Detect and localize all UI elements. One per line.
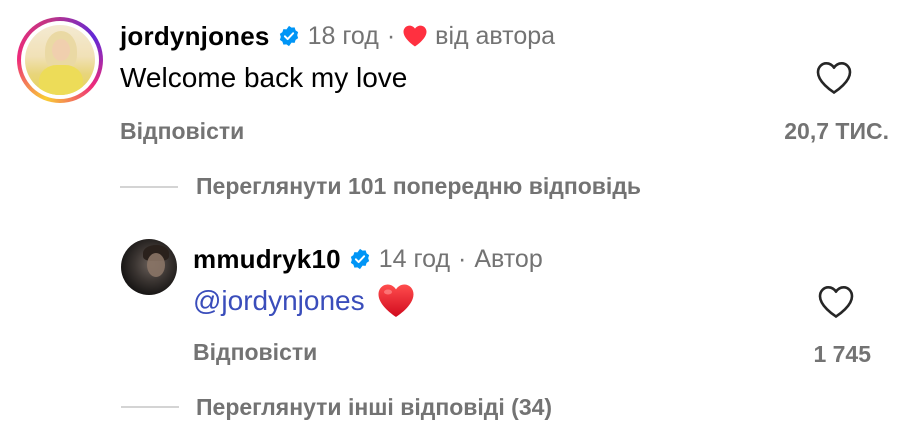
username[interactable]: mmudryk10 (193, 244, 341, 275)
avatar-photo (25, 25, 95, 95)
view-other-replies[interactable]: Переглянути інші відповіді (34) (196, 394, 552, 421)
thread-line (120, 186, 178, 188)
comment-time: 18 год (307, 21, 379, 50)
like-count[interactable]: 1 745 (813, 341, 871, 368)
avatar-jordynjones[interactable] (17, 17, 103, 103)
reply-text: @jordynjones (193, 283, 415, 319)
comment-time: 14 год (378, 244, 451, 273)
verified-badge-icon (279, 25, 298, 47)
heart-emoji (378, 284, 414, 317)
comment-text: Welcome back my love (120, 62, 408, 93)
separator: · (386, 21, 396, 50)
mention-link[interactable]: @jordynjones (193, 285, 365, 317)
author-label: Автор (474, 244, 543, 273)
heart-outline-icon[interactable] (816, 61, 852, 95)
verified-badge-icon (350, 248, 369, 270)
heart-filled-icon (403, 25, 427, 47)
like-count[interactable]: 20,7 ТИС. (784, 118, 889, 145)
reply-button[interactable]: Відповісти (193, 339, 317, 366)
reply-button[interactable]: Відповісти (120, 118, 244, 145)
liked-by-author-label: від автора (435, 21, 556, 50)
separator: · (458, 244, 467, 273)
comment-header: jordynjones 18 год · від автора (120, 19, 555, 53)
view-previous-replies[interactable]: Переглянути 101 попередню відповідь (196, 173, 641, 200)
username[interactable]: jordynjones (120, 21, 270, 52)
avatar-mmudryk10[interactable] (121, 239, 177, 295)
heart-outline-icon[interactable] (818, 285, 854, 319)
thread-line (121, 406, 179, 408)
reply-header: mmudryk10 14 год · Автор (193, 242, 543, 276)
